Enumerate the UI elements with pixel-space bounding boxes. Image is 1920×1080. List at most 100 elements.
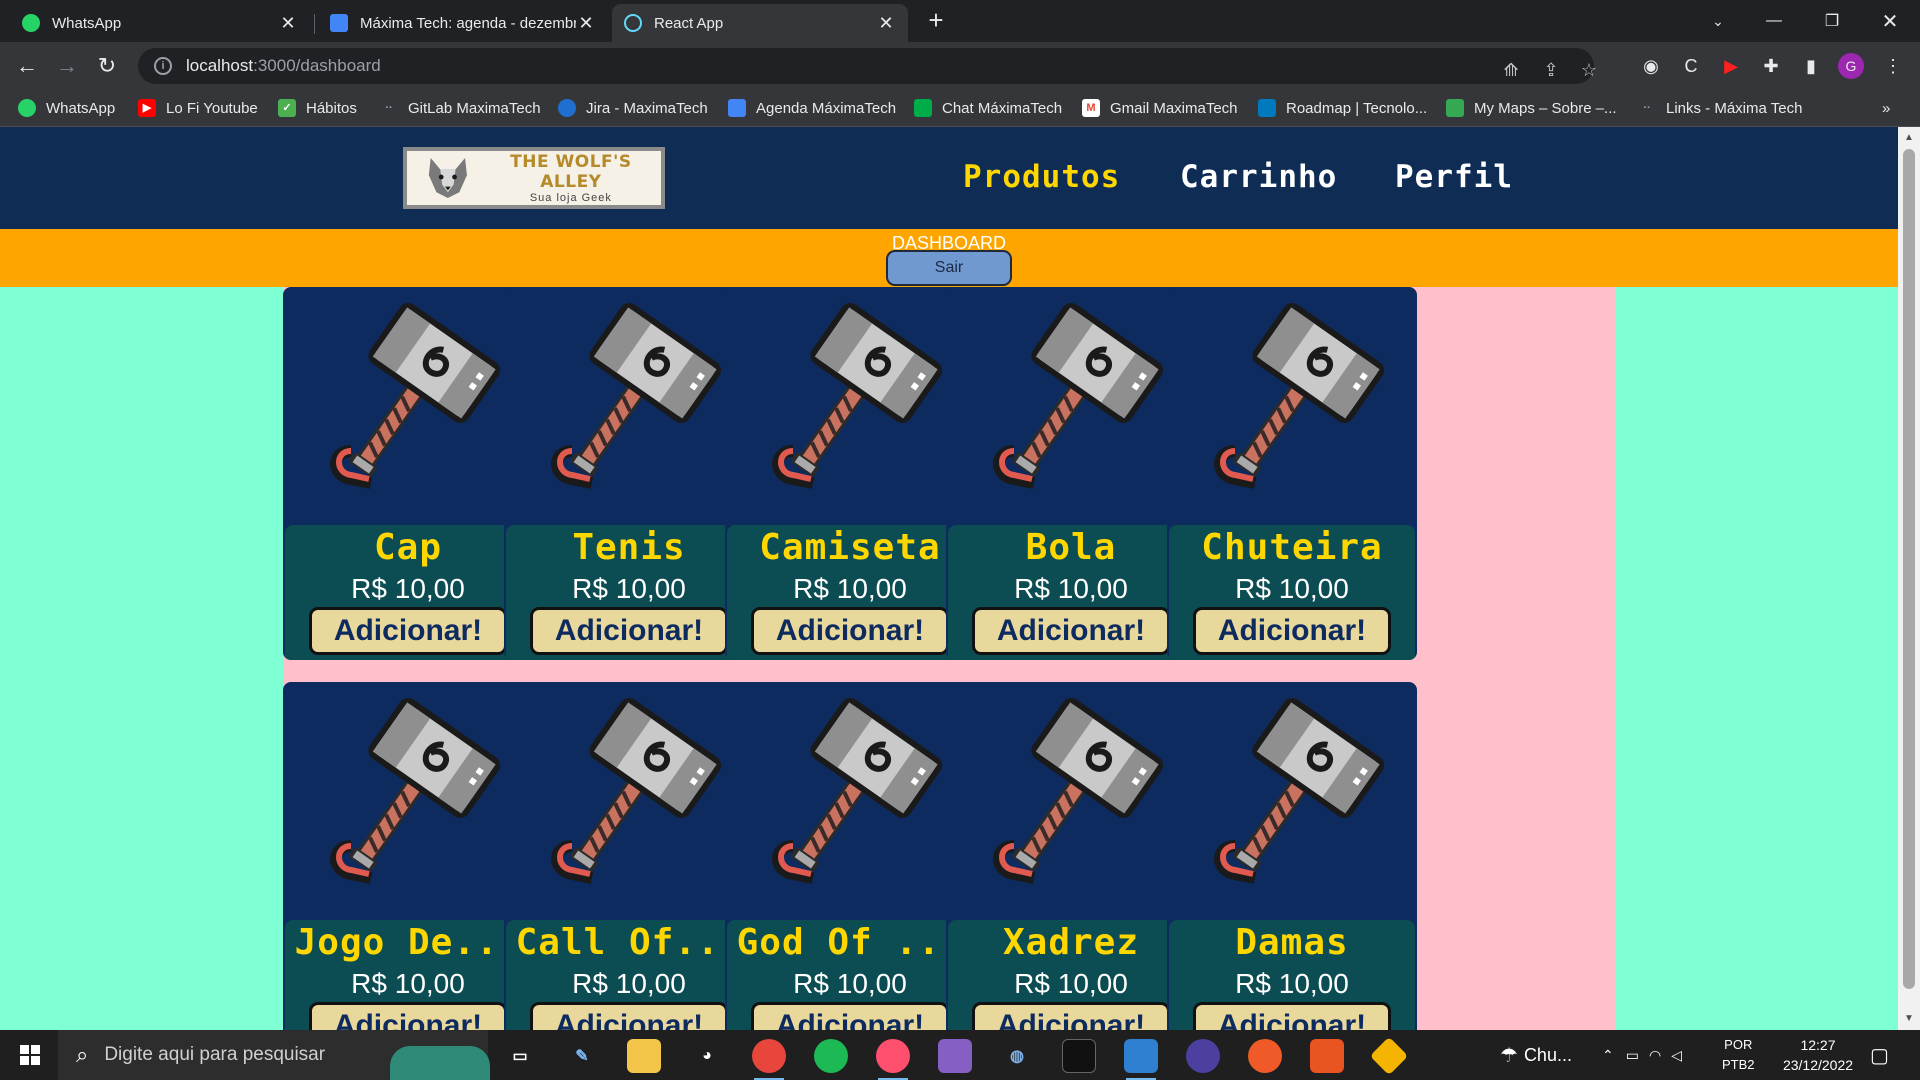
product-info: Tenis R$ 10,00 Adicionar! xyxy=(506,525,752,660)
globe-icon xyxy=(558,99,576,117)
bookmark-item[interactable]: WhatsApp xyxy=(18,97,115,119)
bookmark-item[interactable]: Roadmap | Tecnolo... xyxy=(1258,97,1427,119)
tray-icons[interactable]: ⌃ ▭ ◠ ◁ xyxy=(1602,1030,1682,1080)
file-explorer-icon[interactable] xyxy=(627,1039,661,1073)
menu-kebab-icon[interactable]: ⋮ xyxy=(1878,51,1908,81)
bookmark-item[interactable]: Jira - MaximaTech xyxy=(558,97,708,119)
translate-icon[interactable]: ⟰ xyxy=(1498,57,1524,83)
window-close-icon[interactable]: ✕ xyxy=(1862,0,1918,42)
search-placeholder: Digite aqui para pesquisar xyxy=(104,1044,326,1065)
tab-title: Máxima Tech: agenda - dezembro xyxy=(360,14,576,32)
tab-whatsapp[interactable]: WhatsApp ✕ xyxy=(10,4,310,42)
nav-carrinho[interactable]: Carrinho xyxy=(1180,159,1337,195)
weather-widget[interactable]: ☂ Chu... xyxy=(1500,1030,1572,1080)
bookmark-label: Gmail MaximaTech xyxy=(1110,99,1238,117)
bookmark-item[interactable]: ·· Links - Máxima Tech xyxy=(1638,97,1802,119)
add-to-cart-button[interactable]: Adicionar! xyxy=(530,607,728,655)
link-icon: ·· xyxy=(1643,102,1651,114)
minimize-icon[interactable]: — xyxy=(1746,0,1802,42)
app-icon[interactable] xyxy=(876,1039,910,1080)
database-icon[interactable]: ◍ xyxy=(1000,1039,1034,1073)
restore-icon[interactable]: ❐ xyxy=(1804,0,1860,42)
share-icon[interactable]: ⇪ xyxy=(1538,57,1564,83)
calendar-icon xyxy=(330,14,348,32)
bookmark-item[interactable]: Chat MáximaTech xyxy=(914,97,1062,119)
back-arrow-icon[interactable]: ← xyxy=(11,50,43,82)
postman-icon[interactable] xyxy=(1248,1039,1282,1073)
language-indicator[interactable]: POR PTB2 xyxy=(1722,1030,1755,1080)
git-icon[interactable] xyxy=(1369,1036,1409,1076)
tab-agenda[interactable]: Máxima Tech: agenda - dezembro ✕ xyxy=(318,4,608,42)
tab-search-icon[interactable]: ⌄ xyxy=(1690,0,1746,42)
reload-icon[interactable]: ↻ xyxy=(91,50,123,82)
add-to-cart-button[interactable]: Adicionar! xyxy=(1193,1002,1391,1030)
bookmark-star-icon[interactable]: ☆ xyxy=(1576,57,1602,83)
puzzle-extensions-icon[interactable]: ✚ xyxy=(1756,51,1786,81)
windows-start-icon[interactable] xyxy=(10,1040,50,1070)
bookmark-item[interactable]: Agenda MáximaTech xyxy=(728,97,896,119)
bookmark-item[interactable]: My Maps – Sobre –... xyxy=(1446,97,1617,119)
add-to-cart-button[interactable]: Adicionar! xyxy=(972,1002,1170,1030)
add-to-cart-button[interactable]: Adicionar! xyxy=(751,607,949,655)
add-to-cart-button[interactable]: Adicionar! xyxy=(309,607,507,655)
bookmark-item[interactable]: ·· GitLab MaximaTech xyxy=(380,97,541,119)
more-bookmarks-icon[interactable]: » xyxy=(1882,97,1890,119)
add-to-cart-button[interactable]: Adicionar! xyxy=(1193,607,1391,655)
wifi-icon[interactable]: ◠ xyxy=(1649,1047,1661,1064)
add-to-cart-button[interactable]: Adicionar! xyxy=(530,1002,728,1030)
bookmark-label: Chat MáximaTech xyxy=(942,99,1063,117)
new-tab-button[interactable]: + xyxy=(922,7,950,35)
scroll-up-icon[interactable]: ▲ xyxy=(1898,129,1920,147)
forward-arrow-icon[interactable]: → xyxy=(51,50,83,82)
ubuntu-icon[interactable] xyxy=(1310,1039,1344,1073)
game-icon[interactable]: ◕ xyxy=(690,1039,724,1073)
add-to-cart-button[interactable]: Adicionar! xyxy=(751,1002,949,1030)
extension-icon[interactable]: C xyxy=(1676,51,1706,81)
volume-icon[interactable]: ◁ xyxy=(1671,1047,1682,1064)
hammer-product-image xyxy=(311,301,507,497)
notifications-icon[interactable]: ▢ xyxy=(1870,1030,1889,1080)
keyboard-layout: PTB2 xyxy=(1722,1057,1755,1072)
bookmark-item[interactable]: ▶ Lo Fi Youtube xyxy=(138,97,258,119)
product-price: R$ 10,00 xyxy=(572,573,686,604)
clock-date: 23/12/2022 xyxy=(1782,1057,1854,1073)
chevron-up-icon[interactable]: ⌃ xyxy=(1602,1047,1614,1064)
youtube-extension-icon[interactable]: ▶ xyxy=(1716,51,1746,81)
address-bar[interactable]: i localhost:3000/dashboard ⟰ ⇪ ☆ xyxy=(138,48,1597,84)
add-to-cart-button[interactable]: Adicionar! xyxy=(309,1002,507,1030)
paint-icon[interactable]: ✎ xyxy=(565,1039,599,1073)
extension-icon[interactable]: ◉ xyxy=(1636,51,1666,81)
bookmark-item[interactable]: ✓ Hábitos xyxy=(278,97,357,119)
scrollbar-thumb[interactable] xyxy=(1903,149,1915,989)
scroll-down-icon[interactable]: ▼ xyxy=(1898,1010,1920,1028)
chrome-icon[interactable] xyxy=(752,1039,786,1080)
site-info-icon[interactable]: i xyxy=(154,57,172,75)
eclipse-icon[interactable] xyxy=(1186,1039,1220,1073)
hammer-product-image xyxy=(532,696,728,892)
add-to-cart-button[interactable]: Adicionar! xyxy=(972,607,1170,655)
page-scrollbar[interactable]: ▲ ▼ xyxy=(1898,127,1920,1030)
gitlab-icon: ·· xyxy=(385,102,393,114)
side-panel-icon[interactable]: ▮ xyxy=(1796,51,1826,81)
spotify-icon[interactable] xyxy=(814,1039,848,1073)
terminal-icon[interactable] xyxy=(1062,1039,1096,1073)
close-icon[interactable]: ✕ xyxy=(576,13,596,34)
profile-avatar[interactable]: G xyxy=(1838,53,1864,79)
visual-studio-icon[interactable] xyxy=(938,1039,972,1073)
vscode-icon[interactable] xyxy=(1124,1039,1158,1080)
bookmark-label: GitLab MaximaTech xyxy=(408,99,541,117)
close-icon[interactable]: ✕ xyxy=(876,13,896,34)
logout-button[interactable]: Sair xyxy=(886,250,1012,286)
hammer-product-image xyxy=(974,696,1170,892)
nav-produtos[interactable]: Produtos xyxy=(963,159,1120,195)
close-icon[interactable]: ✕ xyxy=(278,13,298,34)
clock[interactable]: 12:27 23/12/2022 xyxy=(1776,1030,1860,1080)
battery-icon[interactable]: ▭ xyxy=(1626,1047,1639,1064)
product-price: R$ 10,00 xyxy=(1235,573,1349,604)
task-view-icon[interactable]: ▭ xyxy=(503,1039,537,1073)
store-logo[interactable]: THE WOLF'S ALLEY Sua loja Geek xyxy=(403,147,665,209)
product-info: Xadrez R$ 10,00 Adicionar! xyxy=(948,920,1194,1030)
bookmark-item[interactable]: M Gmail MaximaTech xyxy=(1082,97,1238,119)
tab-react-app[interactable]: React App ✕ xyxy=(612,4,908,42)
nav-perfil[interactable]: Perfil xyxy=(1395,159,1513,195)
